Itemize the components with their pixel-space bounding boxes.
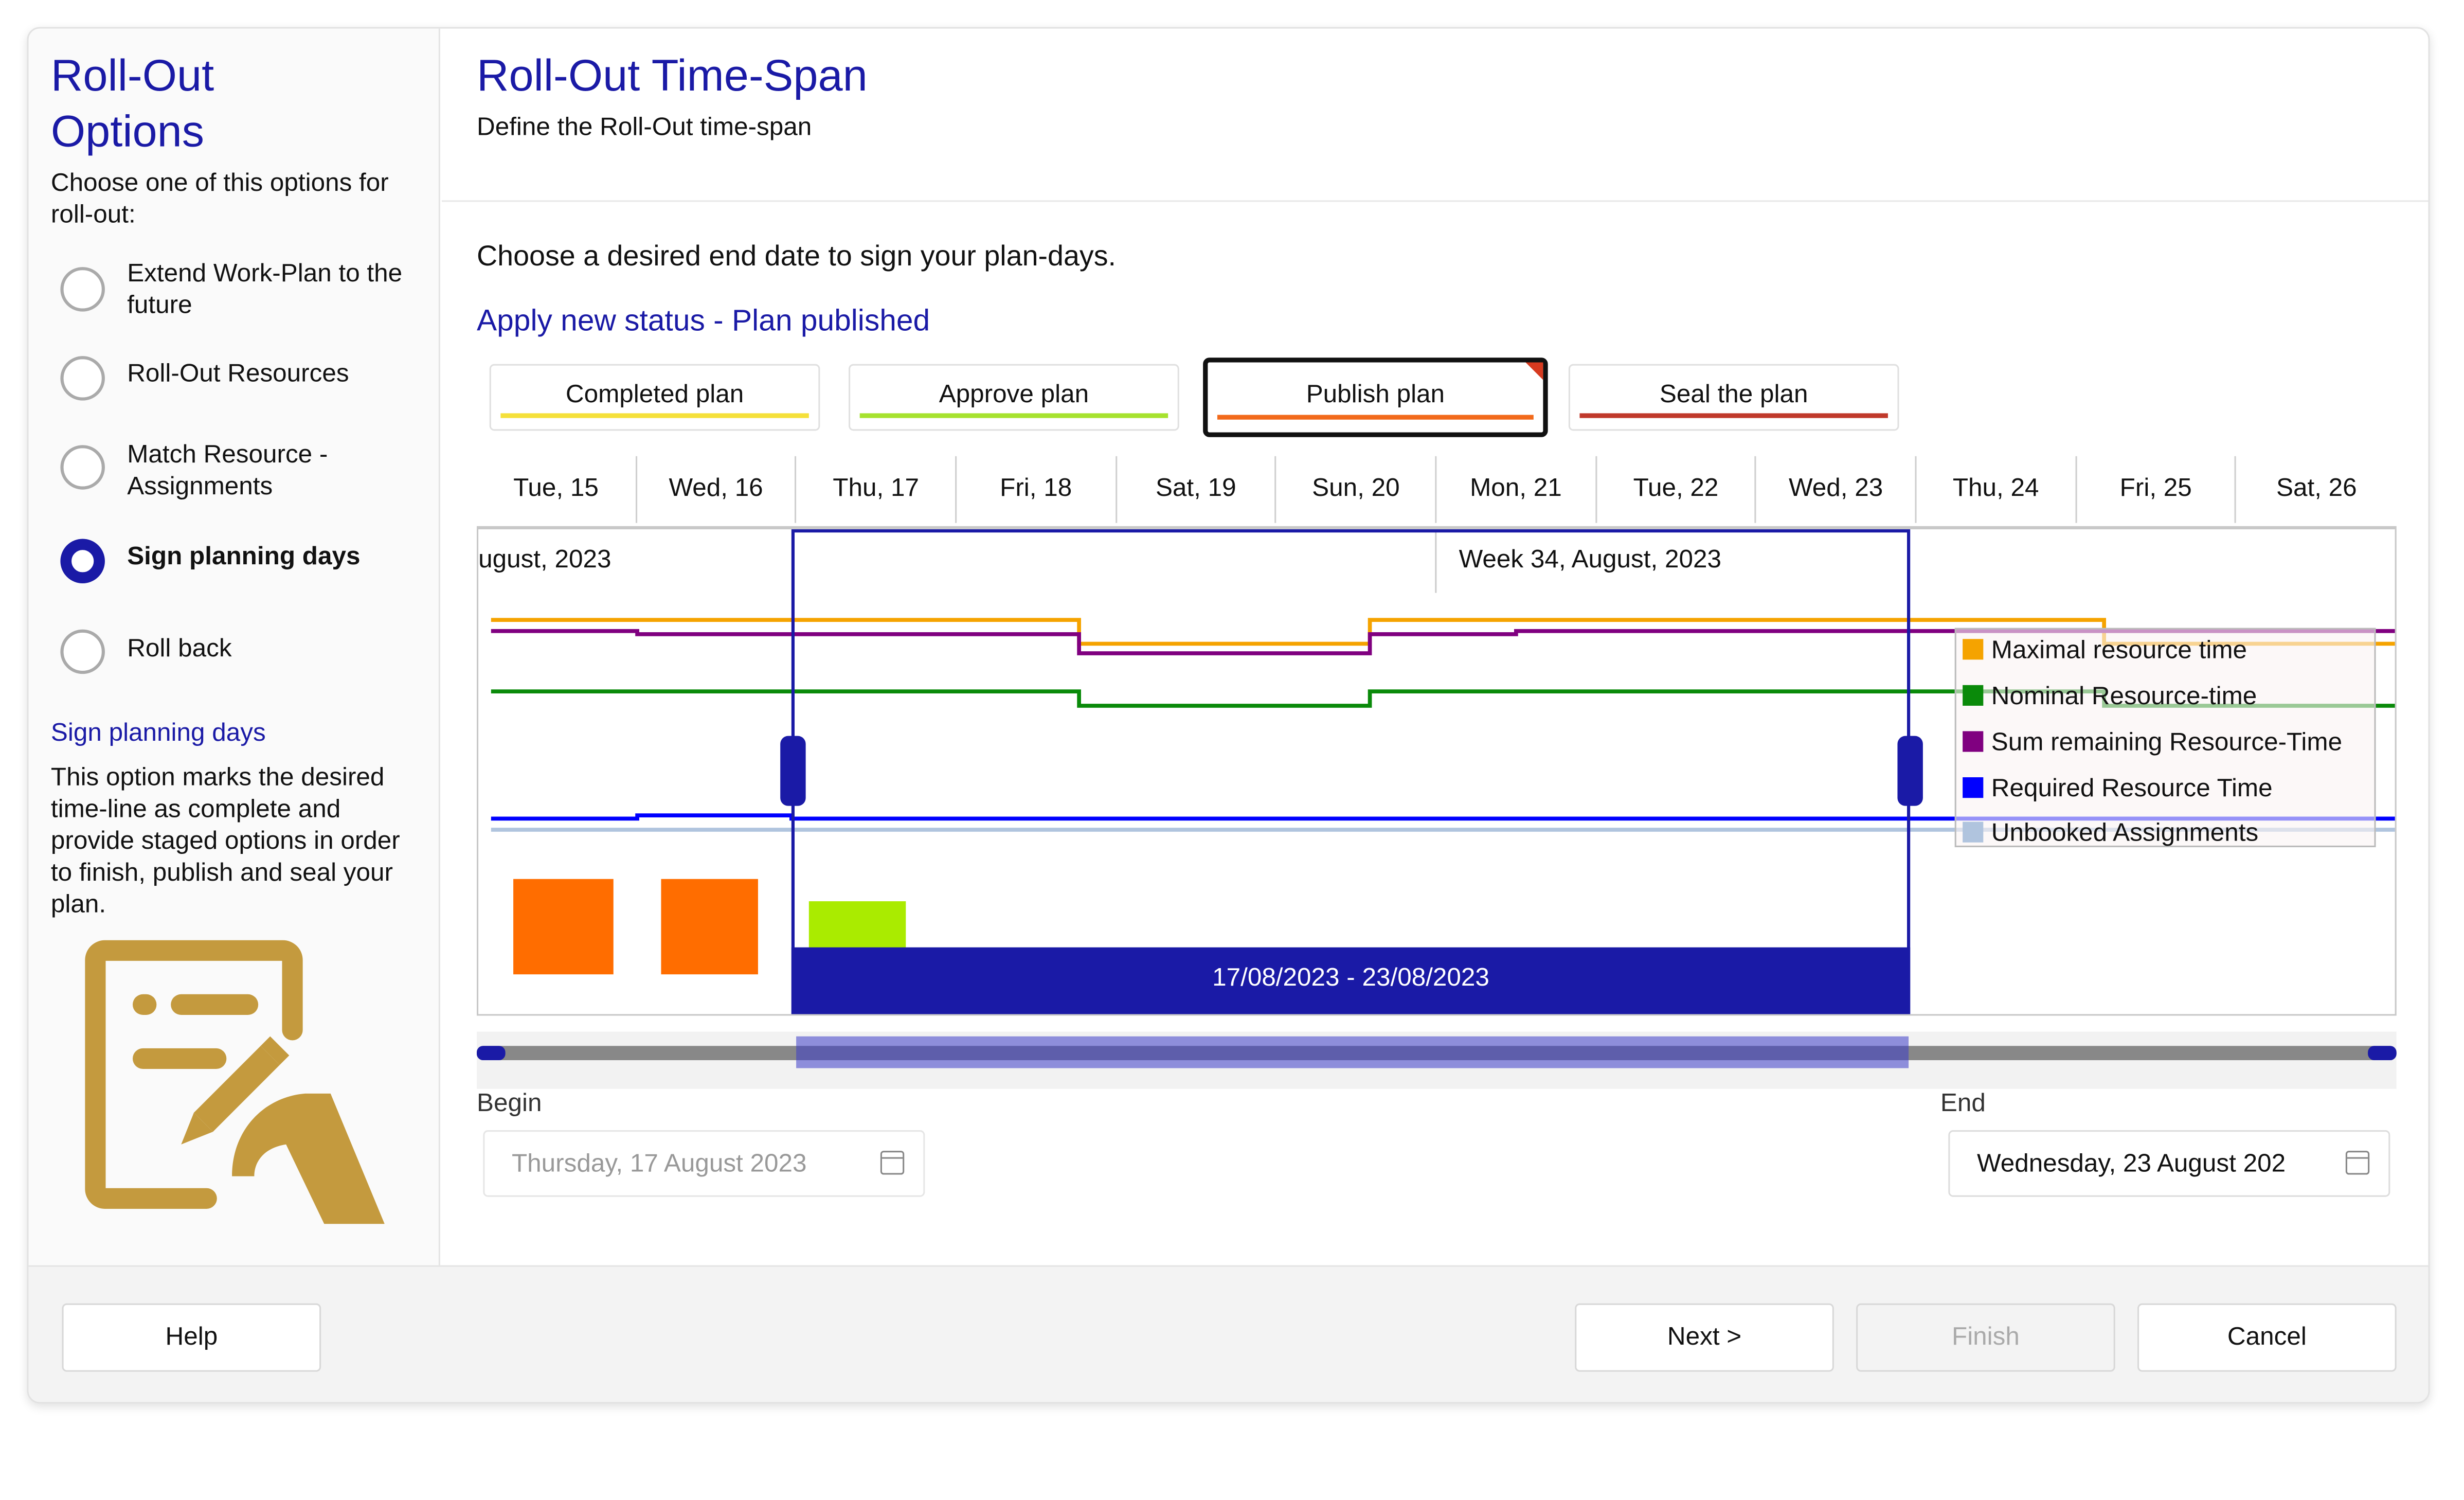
footer: Help Next > Finish Cancel [28,1265,2429,1402]
range-start-handle[interactable] [780,736,806,806]
day-column-header: Wed, 16 [637,456,797,523]
chart-legend: Maximal resource time Nominal Resource-t… [1954,628,2376,850]
radio-match-resource-assignments[interactable] [60,445,105,490]
cancel-button[interactable]: Cancel [2137,1303,2397,1372]
begin-date-field: Thursday, 17 August 2023 [483,1130,925,1197]
legend-item: Maximal resource time [1963,636,2247,668]
legend-item: Nominal Resource-time [1963,682,2257,714]
option-label: Roll-Out Resources [127,361,349,388]
document-sign-icon [85,940,385,1224]
day-column-header: Mon, 21 [1436,456,1597,523]
legend-item: Unbooked Assignments [1963,818,2258,850]
legend-swatch [1963,822,1984,843]
legend-item: Required Resource Time [1963,774,2273,806]
sidebar-title: Roll-Out Options [50,50,214,156]
radio-sign-planning-days[interactable] [60,539,105,584]
day-column-header: Sat, 19 [1117,456,1277,523]
help-text: This option marks the desired time-line … [50,764,400,919]
status-link[interactable]: Apply new status - Plan published [477,305,930,340]
roll-out-dialog: Roll-Out Options Choose one of this optio… [27,27,2430,1404]
legend-swatch [1963,731,1984,752]
selected-corner-marker [1525,362,1543,380]
radio-extend-work-plan[interactable] [60,267,105,312]
stage-completed-plan-button[interactable]: Completed plan [489,364,820,431]
page-subtitle: Define the Roll-Out time-span [477,114,812,142]
scroll-right-end[interactable] [2368,1046,2397,1061]
timeline-day-header: Tue, 15 Wed, 16 Thu, 17 Fri, 18 Sat, 19 Sun, … [477,456,2397,523]
stage-publish-plan-button[interactable]: Publish plan [1203,358,1548,437]
option-label: Roll back [127,636,232,663]
sidebar: Roll-Out Options Choose one of this optio… [28,28,440,1265]
day-column-header: Thu, 24 [1917,456,2077,523]
stage-color-bar [1217,415,1534,420]
legend-swatch [1963,639,1984,660]
day-column-header: Tue, 15 [477,456,637,523]
prompt-text: Choose a desired end date to sign your p… [477,240,1117,272]
day-column-header: Fri, 18 [957,456,1117,523]
range-label-bar: 17/08/2023 - 23/08/2023 [791,947,1911,1014]
begin-label: Begin [477,1090,542,1118]
main-panel: Roll-Out Time-Span Define the Roll-Out t… [442,29,2429,1265]
end-date-field[interactable]: Wednesday, 23 August 202 [1948,1130,2390,1197]
next-button[interactable]: Next > [1575,1303,1834,1372]
stage-approve-plan-button[interactable]: Approve plan [849,364,1179,431]
scroll-thumb[interactable] [796,1036,1909,1068]
timeline-chart: ugust, 2023 Week 34, August, 2023 17/08/… [477,526,2397,1016]
sidebar-intro: Choose one of this options for roll-out: [50,170,389,229]
finish-button[interactable]: Finish [1856,1303,2115,1372]
scroll-left-end[interactable] [477,1046,506,1061]
legend-swatch [1963,777,1984,798]
completed-day-block [513,879,614,975]
day-column-header: Sat, 26 [2276,475,2357,503]
legend-swatch [1963,685,1984,706]
option-label: Sign planning days [127,543,361,571]
calendar-icon[interactable] [2345,1151,2370,1175]
day-column-header: Sun, 20 [1276,456,1437,523]
day-column-header: Fri, 25 [2077,456,2237,523]
stage-color-bar [859,413,1168,418]
radio-roll-back[interactable] [60,629,105,674]
end-label: End [1940,1090,1986,1118]
legend-item: Sum remaining Resource-Time [1963,728,2342,760]
option-label: Match Resource - Assignments [127,442,328,501]
range-end-handle[interactable] [1897,736,1923,806]
day-column-header: Wed, 23 [1757,456,1917,523]
day-column-header: Tue, 22 [1597,456,1757,523]
radio-roll-out-resources[interactable] [60,356,105,401]
day-column-header: Thu, 17 [797,456,957,523]
stage-color-bar [500,413,809,418]
divider [442,200,2429,202]
timeline-scrollbar[interactable] [477,1031,2397,1089]
option-label: Extend Work-Plan to the future [127,260,403,320]
stage-color-bar [1579,413,1888,418]
selected-range[interactable] [791,529,1911,1014]
help-button[interactable]: Help [62,1303,321,1372]
help-title: Sign planning days [50,720,266,747]
calendar-icon [880,1151,905,1175]
completed-day-block [661,879,758,975]
page-title: Roll-Out Time-Span [477,50,868,100]
stage-seal-plan-button[interactable]: Seal the plan [1568,364,1899,431]
